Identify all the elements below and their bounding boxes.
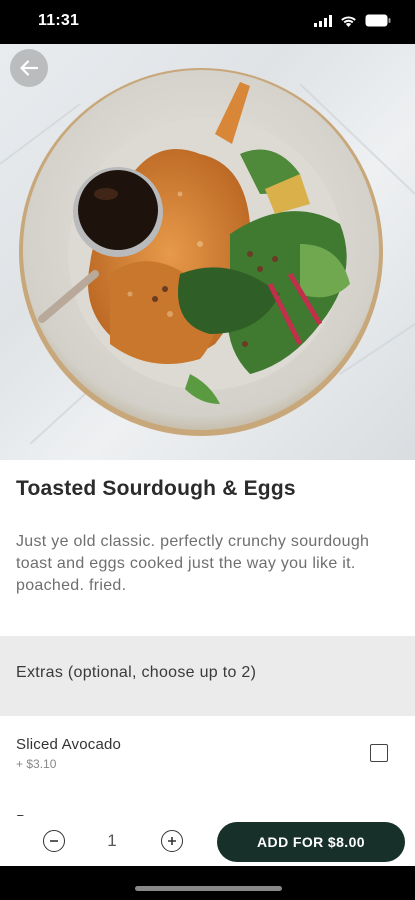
back-button[interactable] [10, 49, 48, 87]
quantity-value: 1 [107, 831, 117, 850]
battery-icon [365, 14, 391, 27]
item-content: Toasted Sourdough & Eggs Just ye old cla… [0, 460, 415, 866]
plus-icon [168, 837, 176, 845]
item-info: Toasted Sourdough & Eggs Just ye old cla… [0, 460, 415, 636]
status-icons [314, 14, 391, 27]
minus-icon [50, 840, 58, 842]
extra-option-price: + $3.10 [16, 757, 57, 771]
item-description: Just ye old classic. perfectly crunchy s… [16, 533, 370, 594]
plate-of-food-photo [0, 68, 415, 445]
arrow-left-icon [20, 60, 38, 76]
quantity-decrease-button[interactable] [43, 830, 65, 852]
item-title: Toasted Sourdough & Eggs [16, 477, 296, 500]
item-detail-screen: Toasted Sourdough & Eggs Just ye old cla… [0, 44, 415, 866]
extras-header: Extras (optional, choose up to 2) [0, 636, 415, 716]
extra-option-sliced-avocado[interactable]: Sliced Avocado + $3.10 [0, 716, 415, 792]
home-indicator[interactable] [135, 886, 282, 891]
quantity-increase-button[interactable] [161, 830, 183, 852]
home-indicator-area [0, 866, 415, 900]
food-hero-image [0, 44, 415, 460]
signal-icon [314, 14, 332, 27]
status-bar: 11:31 [0, 0, 415, 44]
add-to-order-button[interactable]: ADD FOR $8.00 [217, 822, 405, 862]
wifi-icon [341, 15, 356, 27]
order-bar: 1 ADD FOR $8.00 [0, 816, 415, 866]
extra-option-checkbox[interactable] [370, 744, 388, 762]
extra-option-name: Sliced Avocado [16, 736, 122, 753]
status-time: 11:31 [38, 12, 80, 29]
